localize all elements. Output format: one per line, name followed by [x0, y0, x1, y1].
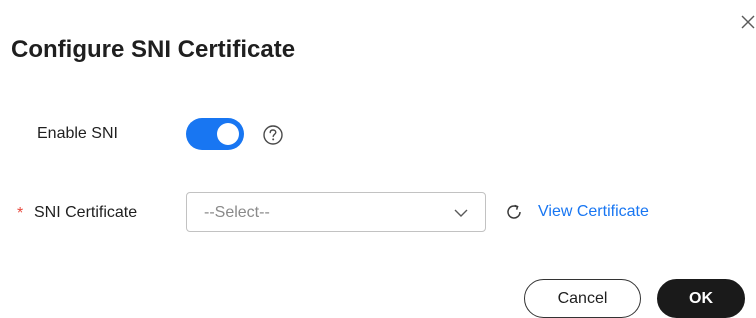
refresh-icon[interactable]: [504, 202, 524, 222]
select-value: --Select--: [204, 204, 270, 221]
configure-sni-dialog: Configure SNI Certificate Enable SNI * S…: [0, 0, 756, 318]
sni-certificate-select[interactable]: --Select--: [186, 192, 486, 232]
enable-sni-label: Enable SNI: [37, 125, 118, 142]
enable-sni-toggle[interactable]: [186, 118, 244, 150]
view-certificate-link[interactable]: View Certificate: [538, 202, 649, 222]
dialog-title: Configure SNI Certificate: [11, 36, 296, 63]
close-button[interactable]: [740, 10, 756, 32]
cancel-button[interactable]: Cancel: [524, 279, 641, 318]
toggle-knob: [217, 123, 239, 145]
sni-certificate-label: SNI Certificate: [34, 204, 138, 221]
chevron-down-icon: [454, 209, 468, 217]
close-icon: [741, 15, 755, 29]
required-mark: *: [17, 205, 24, 222]
ok-button[interactable]: OK: [657, 279, 745, 318]
question-circle-icon[interactable]: [262, 124, 284, 146]
